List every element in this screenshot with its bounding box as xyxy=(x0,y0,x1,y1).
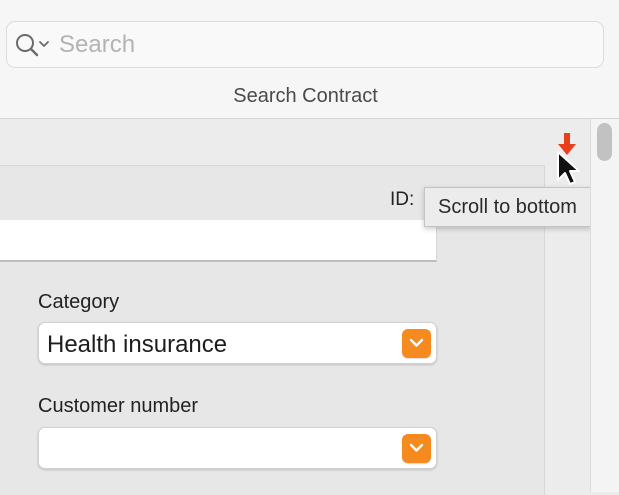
category-select[interactable]: Health insurance xyxy=(38,322,437,364)
scroll-to-bottom-button[interactable] xyxy=(556,131,578,159)
red-down-arrow-icon xyxy=(558,133,576,155)
record-header-field[interactable] xyxy=(0,220,437,262)
page-title: Search Contract xyxy=(233,85,378,107)
content-area: ID: Category Health insurance Customer n… xyxy=(0,119,590,495)
toolbar: Search Contract xyxy=(0,0,619,119)
chevron-down-icon[interactable] xyxy=(402,434,431,463)
category-value: Health insurance xyxy=(47,331,228,358)
id-label: ID: xyxy=(390,189,415,210)
search-icon[interactable] xyxy=(15,32,55,58)
vertical-scrollbar[interactable] xyxy=(590,119,619,492)
search-field[interactable] xyxy=(6,21,604,68)
customer-number-label: Customer number xyxy=(38,395,199,417)
category-label: Category xyxy=(38,291,120,313)
scrollbar-thumb[interactable] xyxy=(597,123,612,161)
chevron-down-icon[interactable] xyxy=(402,329,431,358)
customer-number-select[interactable] xyxy=(38,427,437,469)
scroll-to-bottom-tooltip: Scroll to bottom xyxy=(424,187,591,227)
search-input[interactable] xyxy=(59,28,589,62)
